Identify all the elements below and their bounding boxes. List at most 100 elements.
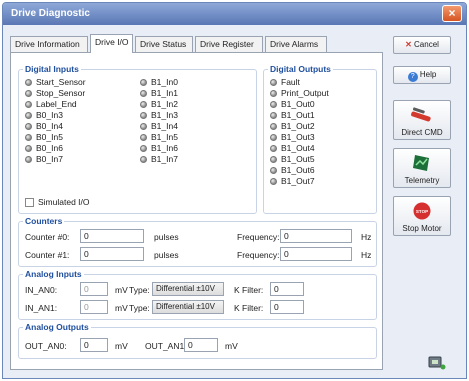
analog-input-0-type-select[interactable]: Differential ±10V xyxy=(152,282,224,296)
digital-input-label-end: Label_End xyxy=(25,99,77,109)
telemetry-button[interactable]: Telemetry xyxy=(393,148,451,188)
input-led-icon xyxy=(140,156,147,163)
digital-output-fault: Fault xyxy=(270,77,300,87)
digital-outputs-group: Digital Outputs Fault Print_Output B1_Ou… xyxy=(263,64,377,214)
digital-input-b0-in5: B0_In5 xyxy=(25,132,63,142)
digital-input-b0-in7: B0_In7 xyxy=(25,154,63,164)
digital-input-b1-in0: B1_In0 xyxy=(140,77,178,87)
output-led-icon xyxy=(270,156,277,163)
analog-input-0-field[interactable]: 0 xyxy=(80,282,108,296)
counter-0-field[interactable]: 0 xyxy=(80,229,144,243)
simulated-io-checkbox[interactable]: Simulated I/O xyxy=(25,197,90,207)
analog-outputs-title: Analog Outputs xyxy=(23,322,91,332)
cancel-button[interactable]: ✕ Cancel xyxy=(393,36,451,54)
close-window-button[interactable]: × xyxy=(442,5,462,22)
input-led-icon xyxy=(25,90,32,97)
window-title: Drive Diagnostic xyxy=(11,8,90,19)
digital-inputs-group: Digital Inputs Start_Sensor Stop_Sensor … xyxy=(18,64,257,214)
output-led-icon xyxy=(270,178,277,185)
tab-drive-information[interactable]: Drive Information xyxy=(10,36,88,52)
counter-1-field[interactable]: 0 xyxy=(80,247,144,261)
stop-motor-button[interactable]: STOP Stop Motor xyxy=(393,196,451,236)
input-led-icon xyxy=(25,156,32,163)
counter-1-unit: pulses xyxy=(154,250,179,260)
analog-output-1-unit: mV xyxy=(225,341,238,351)
digital-input-b1-in5: B1_In5 xyxy=(140,132,178,142)
output-led-icon xyxy=(270,101,277,108)
tab-drive-status[interactable]: Drive Status xyxy=(135,36,193,52)
help-icon: ? xyxy=(407,72,418,82)
title-bar: Drive Diagnostic × xyxy=(3,3,466,25)
analog-input-1-unit: mV xyxy=(115,303,128,313)
digital-input-b1-in6: B1_In6 xyxy=(140,143,178,153)
analog-input-1-type-select[interactable]: Differential ±10V xyxy=(152,300,224,314)
input-led-icon xyxy=(25,145,32,152)
analog-output-0-field[interactable]: 0 xyxy=(80,338,108,352)
digital-input-b1-in7: B1_In7 xyxy=(140,154,178,164)
counters-title: Counters xyxy=(23,216,65,226)
tab-drive-register[interactable]: Drive Register xyxy=(195,36,263,52)
input-led-icon xyxy=(140,123,147,130)
analog-output-0-label: OUT_AN0: xyxy=(25,341,67,351)
digital-input-b1-in1: B1_In1 xyxy=(140,88,178,98)
svg-text:STOP: STOP xyxy=(416,209,428,214)
digital-input-b0-in4: B0_In4 xyxy=(25,121,63,131)
digital-output-print-output: Print_Output xyxy=(270,88,329,98)
direct-cmd-button[interactable]: Direct CMD xyxy=(393,100,451,140)
output-led-icon xyxy=(270,112,277,119)
analog-input-0-kfilter-label: K Filter: xyxy=(234,285,264,295)
output-led-icon xyxy=(270,167,277,174)
counter-0-label: Counter #0: xyxy=(25,232,70,242)
counter-0-frequency-field[interactable]: 0 xyxy=(280,229,352,243)
digital-output-b1-out7: B1_Out7 xyxy=(270,176,315,186)
digital-input-b1-in3: B1_In3 xyxy=(140,110,178,120)
counter-0-unit: pulses xyxy=(154,232,179,242)
digital-output-b1-out1: B1_Out1 xyxy=(270,110,315,120)
input-led-icon xyxy=(140,112,147,119)
tab-drive-alarms[interactable]: Drive Alarms xyxy=(265,36,327,52)
direct-command-icon xyxy=(411,107,431,122)
digital-input-start-sensor: Start_Sensor xyxy=(25,77,86,87)
checkbox-box[interactable] xyxy=(25,198,34,207)
stop-sign-icon: STOP xyxy=(413,202,431,220)
analog-input-1-label: IN_AN1: xyxy=(25,303,58,313)
cancel-x-icon: ✕ xyxy=(405,40,412,49)
input-led-icon xyxy=(25,112,32,119)
telemetry-icon xyxy=(413,155,429,171)
input-led-icon xyxy=(25,134,32,141)
digital-outputs-title: Digital Outputs xyxy=(268,64,333,74)
counter-1-frequency-field[interactable]: 0 xyxy=(280,247,352,261)
input-led-icon xyxy=(140,101,147,108)
input-led-icon xyxy=(25,79,32,86)
analog-outputs-group: Analog Outputs OUT_AN0: 0 mV OUT_AN1: 0 … xyxy=(18,322,377,359)
analog-input-1-kfilter-field[interactable]: 0 xyxy=(270,300,304,314)
output-led-icon xyxy=(270,134,277,141)
output-led-icon xyxy=(270,123,277,130)
analog-input-1-field[interactable]: 0 xyxy=(80,300,108,314)
analog-input-0-type-label: Type: xyxy=(129,285,150,295)
analog-input-0-kfilter-field[interactable]: 0 xyxy=(270,282,304,296)
analog-output-1-field[interactable]: 0 xyxy=(184,338,218,352)
help-button[interactable]: ? Help xyxy=(393,66,451,84)
simulated-io-label: Simulated I/O xyxy=(38,197,90,207)
analog-input-0-label: IN_AN0: xyxy=(25,285,58,295)
output-led-icon xyxy=(270,145,277,152)
analog-input-0-unit: mV xyxy=(115,285,128,295)
counter-1-frequency-label: Frequency: xyxy=(237,250,280,260)
tab-drive-io[interactable]: Drive I/O xyxy=(90,34,133,53)
digital-input-b1-in2: B1_In2 xyxy=(140,99,178,109)
counters-group: Counters Counter #0: 0 pulses Frequency:… xyxy=(18,216,377,267)
analog-input-1-kfilter-label: K Filter: xyxy=(234,303,264,313)
input-led-icon xyxy=(140,79,147,86)
analog-inputs-group: Analog Inputs IN_AN0: 0 mV Type: Differe… xyxy=(18,269,377,320)
digital-output-b1-out2: B1_Out2 xyxy=(270,121,315,131)
digital-output-b1-out4: B1_Out4 xyxy=(270,143,315,153)
input-led-icon xyxy=(140,145,147,152)
analog-inputs-title: Analog Inputs xyxy=(23,269,84,279)
analog-input-1-type-label: Type: xyxy=(129,303,150,313)
digital-output-b1-out0: B1_Out0 xyxy=(270,99,315,109)
input-led-icon xyxy=(25,123,32,130)
output-led-icon xyxy=(270,79,277,86)
digital-inputs-title: Digital Inputs xyxy=(23,64,81,74)
input-led-icon xyxy=(140,134,147,141)
